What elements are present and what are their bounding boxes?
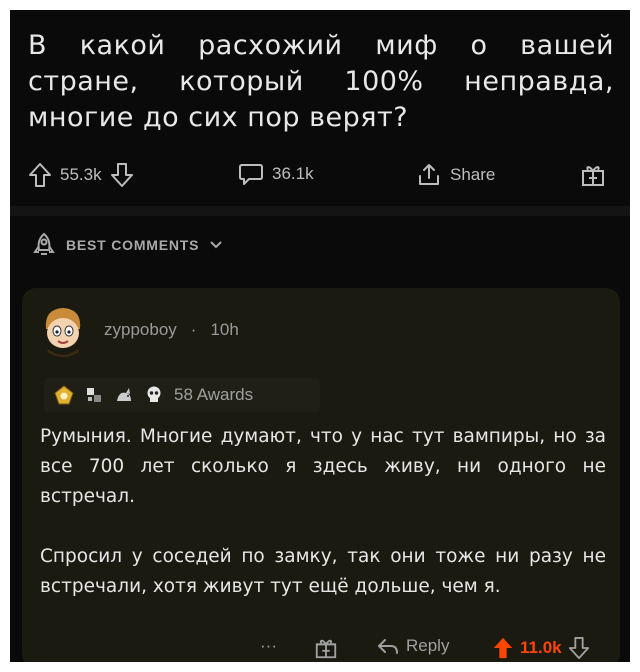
rocket-icon bbox=[32, 232, 56, 258]
avatar[interactable] bbox=[36, 303, 90, 357]
comments-button[interactable]: 36.1k bbox=[238, 162, 314, 186]
meta-separator: · bbox=[190, 320, 197, 339]
gold-award-icon bbox=[54, 385, 74, 405]
awards-strip[interactable]: 58 Awards bbox=[44, 378, 320, 412]
downvote-arrow-icon[interactable] bbox=[110, 162, 134, 188]
sort-label: BEST COMMENTS bbox=[66, 237, 200, 253]
chevron-down-icon bbox=[209, 240, 223, 250]
comment-vote-group: 11.0k bbox=[492, 636, 590, 660]
comment-action-bar: ··· Reply 11.0k bbox=[22, 632, 620, 662]
post-title-line: В какой расхожий миф о вашей bbox=[28, 30, 614, 61]
reply-button[interactable]: Reply bbox=[376, 636, 449, 656]
comment-paragraph: Спросил у соседей по замку, так они тоже… bbox=[40, 546, 606, 597]
comment-card: zyppoboy · 10h 58 Awards Румыния. Многие… bbox=[22, 288, 620, 662]
comment-body: Румыния. Многие думают, что у нас тут ва… bbox=[40, 422, 606, 602]
upvote-arrow-icon[interactable] bbox=[492, 636, 514, 660]
share-icon bbox=[416, 162, 442, 188]
reply-arrow-icon bbox=[376, 636, 400, 656]
more-options-button[interactable]: ··· bbox=[260, 636, 277, 656]
skull-award-icon bbox=[144, 385, 164, 405]
comment-header: zyppoboy · 10h bbox=[36, 300, 239, 360]
post-title-line: стране, который 100% неправда, bbox=[28, 66, 614, 97]
post-vote-count: 55.3k bbox=[60, 165, 102, 184]
animal-award-icon bbox=[114, 385, 134, 405]
share-label: Share bbox=[450, 165, 496, 184]
screenshot-frame: В какой расхожий миф о вашей стране, кот… bbox=[10, 10, 630, 662]
award-button[interactable] bbox=[580, 162, 606, 188]
section-divider bbox=[10, 206, 630, 216]
share-button[interactable]: Share bbox=[416, 162, 495, 188]
reply-label: Reply bbox=[406, 636, 450, 655]
vote-group: 55.3k bbox=[28, 162, 134, 188]
upvote-arrow-icon[interactable] bbox=[28, 162, 52, 188]
comment-count: 36.1k bbox=[272, 164, 314, 183]
comment-age: 10h bbox=[210, 320, 239, 339]
awards-count-label: 58 Awards bbox=[174, 385, 254, 404]
pixel-award-icon bbox=[84, 385, 104, 405]
gift-icon bbox=[580, 162, 606, 188]
post-title: В какой расхожий миф о вашей стране, кот… bbox=[28, 28, 614, 136]
comment-score: 11.0k bbox=[520, 638, 562, 657]
more-options-label: ··· bbox=[260, 636, 277, 655]
post-action-bar: 55.3k 36.1k Share bbox=[28, 156, 614, 196]
comment-award-button[interactable] bbox=[314, 636, 338, 660]
sort-comments-dropdown[interactable]: BEST COMMENTS bbox=[32, 230, 223, 260]
comment-username[interactable]: zyppoboy bbox=[104, 320, 177, 340]
comment-paragraph: Румыния. Многие думают, что у нас тут ва… bbox=[40, 426, 606, 507]
post-title-line: многие до сих пор верят? bbox=[28, 102, 409, 133]
downvote-arrow-icon[interactable] bbox=[568, 636, 590, 660]
gift-icon bbox=[314, 636, 338, 660]
comment-bubble-icon bbox=[238, 162, 264, 186]
